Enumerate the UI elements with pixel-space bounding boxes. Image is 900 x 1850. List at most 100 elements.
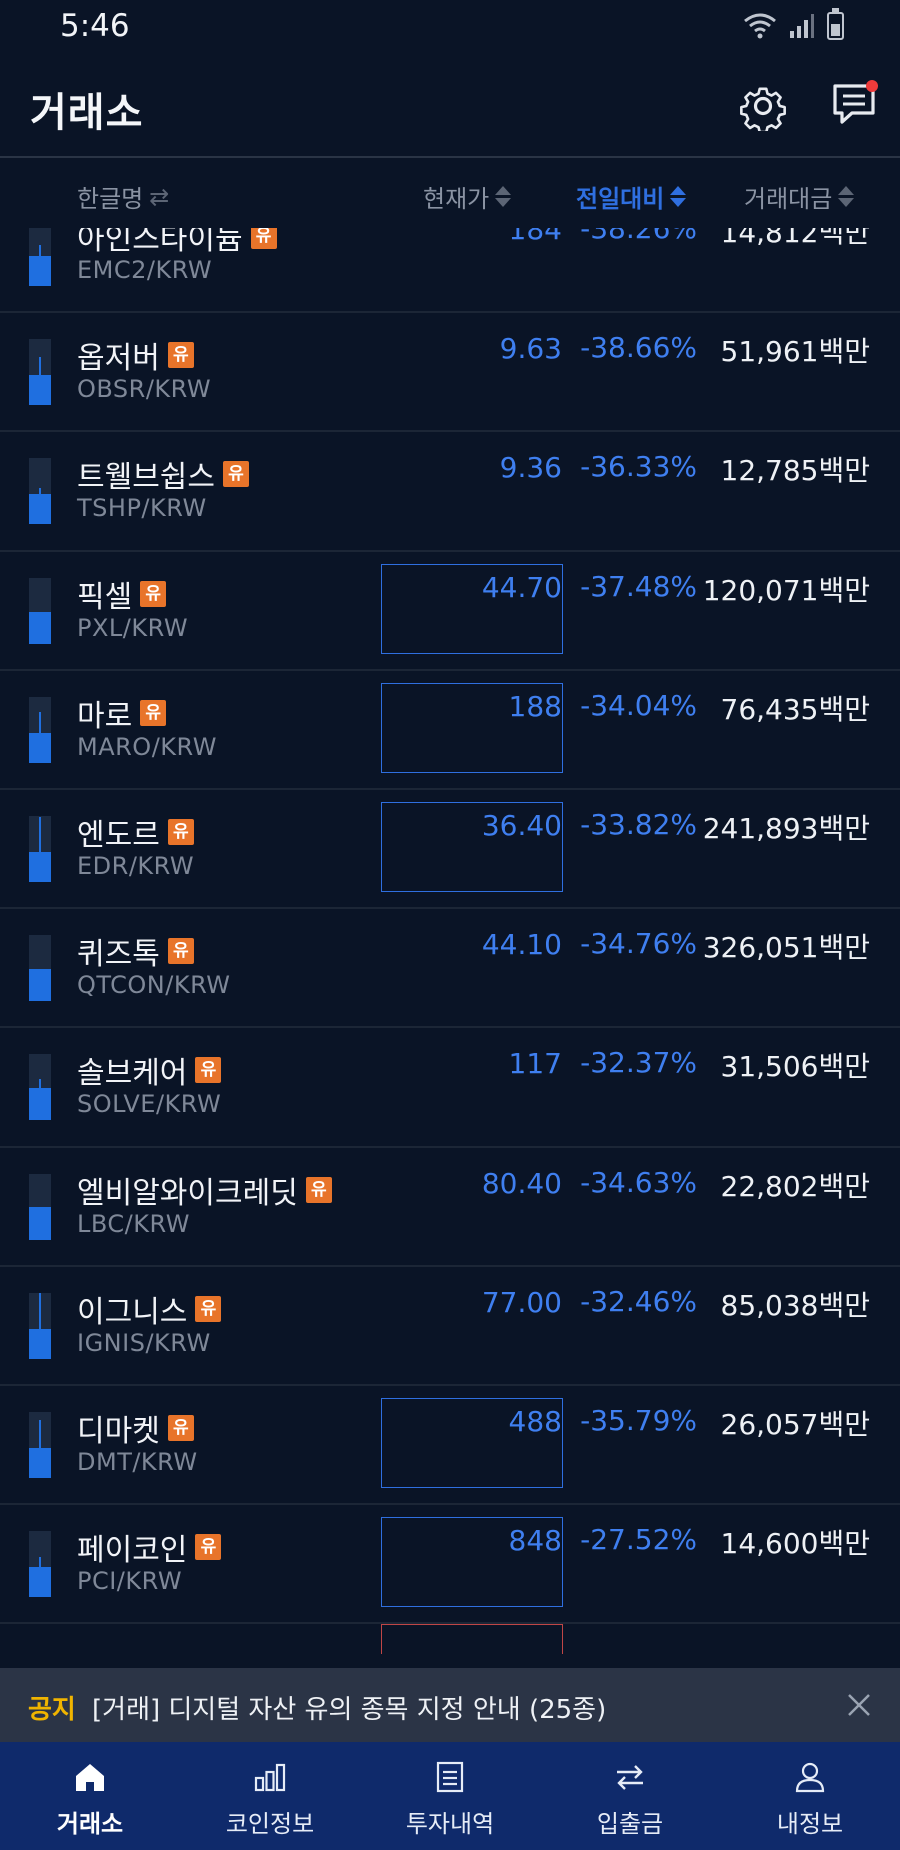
column-volume-label: 거래대금 (744, 185, 833, 213)
current-price: 36.40 (481, 808, 562, 842)
coin-name: 퀴즈톡 유 (77, 929, 194, 973)
change-rate: -34.63% (580, 1165, 697, 1199)
mini-candle-chart (29, 339, 51, 406)
mini-candle-chart (29, 1411, 51, 1478)
column-change-label: 전일대비 (576, 185, 665, 213)
current-price: 117 (508, 1047, 562, 1081)
coin-name: 옵저버 유 (77, 333, 194, 377)
change-rate: -36.33% (580, 450, 697, 484)
sort-name-button[interactable]: 한글명 ⇄ (77, 179, 169, 214)
notice-close-button[interactable] (842, 1688, 876, 1722)
coin-name: 이그니스 유 (77, 1287, 222, 1331)
current-price: 44.70 (481, 570, 562, 604)
coin-name: 페이코인 유 (77, 1525, 222, 1569)
price-cell: 44.70 (381, 563, 563, 654)
nav-investments[interactable]: 투자내역 (360, 1742, 540, 1850)
coin-name: 엔도르 유 (77, 810, 194, 854)
caution-badge: 유 (195, 1295, 222, 1322)
notice-bar[interactable]: 공지 [거래] 디지털 자산 유의 종목 지정 안내 (25종) (0, 1668, 900, 1742)
exchange-screen: 5:46 거래소 한글명 ⇄ 현재가 전일대비 거래대금 아인스타이늄 유 EM… (0, 0, 900, 1850)
unread-dot (866, 80, 878, 92)
transfer-icon (612, 1760, 648, 1794)
coin-pair: IGNIS/KRW (77, 1328, 211, 1357)
document-icon (432, 1760, 468, 1794)
nav-label: 거래소 (56, 1810, 124, 1838)
trade-volume: 120,071백만 (702, 573, 870, 607)
coin-name-text: 이그니스 (77, 1294, 188, 1330)
nav-exchange[interactable]: 거래소 (0, 1742, 180, 1850)
coin-name: 픽셀 유 (77, 572, 167, 616)
trade-volume: 31,506백만 (720, 1050, 871, 1084)
column-header: 한글명 ⇄ 현재가 전일대비 거래대금 (0, 160, 900, 228)
current-price: 188 (508, 689, 562, 723)
nav-label: 입출금 (596, 1810, 664, 1838)
coin-pair: TSHP/KRW (77, 494, 207, 523)
messages-button[interactable] (830, 80, 880, 130)
trade-volume: 241,893백만 (702, 811, 870, 845)
change-rate: -34.76% (580, 927, 697, 961)
coin-row-partial[interactable] (0, 1624, 900, 1668)
change-rate: -38.26% (580, 228, 697, 245)
caution-badge: 유 (167, 818, 194, 845)
candle-body (29, 969, 51, 1002)
coin-row[interactable]: 디마켓 유 DMT/KRW 488 -35.79% 26,057백만 (0, 1386, 900, 1506)
nav-coin-info[interactable]: 코인정보 (180, 1742, 360, 1850)
trade-volume: 22,802백만 (720, 1169, 871, 1203)
change-rate: -27.52% (580, 1523, 697, 1557)
coin-name-text: 트웰브쉽스 (77, 460, 215, 496)
column-name-label: 한글명 (77, 185, 144, 213)
candle-body (29, 1567, 51, 1598)
coin-name-text: 엘비알와이크레딧 (77, 1175, 298, 1211)
mini-candle-chart (29, 577, 51, 644)
current-price: 9.36 (499, 451, 562, 485)
coin-name: 디마켓 유 (77, 1406, 194, 1450)
bar-chart-icon (252, 1760, 288, 1794)
gear-icon (740, 87, 786, 134)
coin-row[interactable]: 솔브케어 유 SOLVE/KRW 117 -32.37% 31,506백만 (0, 1028, 900, 1148)
coin-list[interactable]: 아인스타이늄 유 EMC2/KRW 184 -38.26% 14,812백만 옵저버 유 OBS… (0, 228, 900, 1668)
coin-row[interactable]: 픽셀 유 PXL/KRW 44.70 -37.48% 120,071백만 (0, 552, 900, 671)
change-rate: -35.79% (580, 1403, 697, 1437)
coin-name: 솔브케어 유 (77, 1048, 222, 1092)
column-price-label: 현재가 (423, 185, 490, 213)
sort-volume-button[interactable]: 거래대금 (744, 179, 855, 214)
price-cell: 848 (381, 1517, 563, 1608)
app-header: 거래소 (0, 58, 900, 158)
candle-body (29, 851, 51, 882)
trade-volume: 76,435백만 (720, 692, 871, 726)
coin-row[interactable]: 엘비알와이크레딧 유 LBC/KRW 80.40 -34.63% 22,802백만 (0, 1148, 900, 1267)
status-bar: 5:46 (0, 0, 900, 55)
coin-row[interactable]: 옵저버 유 OBSR/KRW 9.63 -38.66% 51,961백만 (0, 313, 900, 433)
change-rate: -37.48% (580, 569, 697, 603)
caution-badge: 유 (167, 938, 194, 965)
coin-name-text: 픽셀 (77, 579, 133, 615)
coin-row[interactable]: 퀴즈톡 유 QTCON/KRW 44.10 -34.76% 326,051백만 (0, 909, 900, 1029)
candle-body (29, 1088, 51, 1121)
sort-price-button[interactable]: 현재가 (423, 179, 512, 214)
settings-button[interactable] (738, 81, 788, 134)
coin-row[interactable]: 페이코인 유 PCI/KRW 848 -27.52% 14,600백만 (0, 1505, 900, 1625)
coin-row[interactable]: 마로 유 MARO/KRW 188 -34.04% 76,435백만 (0, 671, 900, 790)
current-price: 488 (508, 1404, 562, 1438)
coin-row[interactable]: 이그니스 유 IGNIS/KRW 77.00 -32.46% 85,038백만 (0, 1267, 900, 1386)
coin-row[interactable]: 엔도르 유 EDR/KRW 36.40 -33.82% 241,893백만 (0, 790, 900, 910)
mini-candle-chart (29, 696, 51, 763)
coin-name: 마로 유 (77, 691, 167, 735)
sort-change-button[interactable]: 전일대비 (576, 179, 687, 214)
coin-name-text: 옵저버 (77, 341, 160, 377)
coin-pair: DMT/KRW (77, 1447, 198, 1476)
price-cell: 9.63 (381, 325, 563, 415)
trade-volume: 326,051백만 (702, 931, 870, 965)
coin-list-scroll: 아인스타이늄 유 EMC2/KRW 184 -38.26% 14,812백만 옵저버 유 OBS… (0, 228, 900, 1668)
notice-text[interactable]: [거래] 디지털 자산 유의 종목 지정 안내 (25종) (92, 1689, 606, 1726)
coin-name: 트웰브쉽스 유 (77, 452, 249, 496)
nav-deposit-withdraw[interactable]: 입출금 (540, 1742, 720, 1850)
nav-my-info[interactable]: 내정보 (720, 1742, 900, 1850)
wifi-icon (744, 13, 776, 39)
mini-candle-chart (29, 458, 51, 525)
change-rate: -32.37% (580, 1046, 697, 1080)
coin-pair: MARO/KRW (77, 732, 217, 761)
coin-row[interactable]: 아인스타이늄 유 EMC2/KRW 184 -38.26% 14,812백만 (0, 228, 900, 314)
coin-row[interactable]: 트웰브쉽스 유 TSHP/KRW 9.36 -36.33% 12,785백만 (0, 432, 900, 552)
price-cell: 44.10 (381, 921, 563, 1011)
